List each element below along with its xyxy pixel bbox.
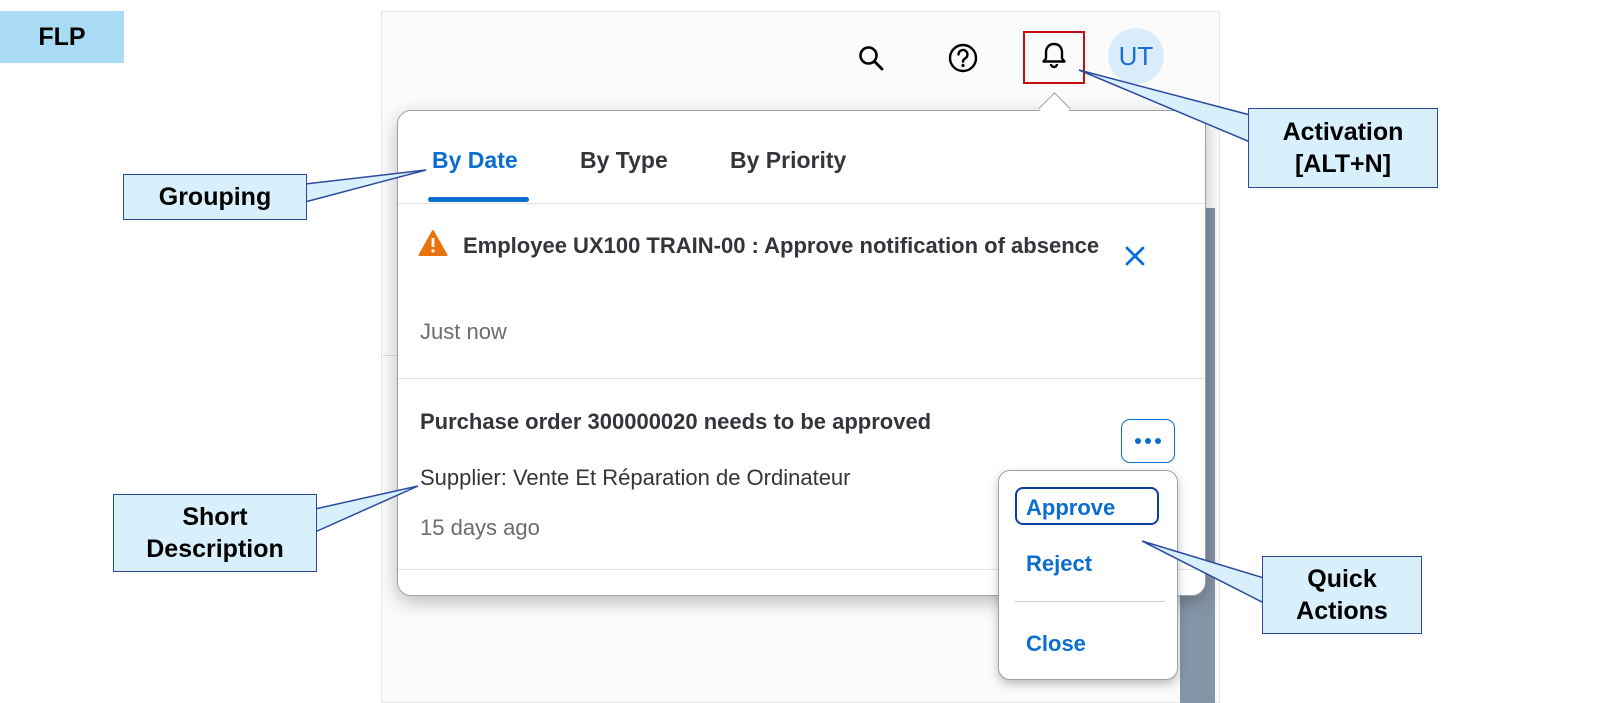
callout-line: [ALT+N] bbox=[1294, 150, 1392, 178]
overflow-icon bbox=[1133, 432, 1163, 450]
tab-by-type[interactable]: By Type bbox=[580, 147, 668, 174]
slide: FLP UT By Date By Type By Priority Emplo… bbox=[0, 0, 1600, 703]
reject-menu-item[interactable]: Reject bbox=[1026, 551, 1092, 577]
callout-line: Activation bbox=[1282, 118, 1404, 146]
callout-line: Description bbox=[146, 535, 284, 563]
short-description-callout: Short Description bbox=[113, 494, 317, 572]
close-icon[interactable] bbox=[1120, 241, 1150, 271]
grouping-tabs: By Date By Type By Priority bbox=[398, 111, 1205, 204]
tab-by-date[interactable]: By Date bbox=[432, 147, 518, 174]
quick-actions-menu: Approve Reject Close bbox=[998, 470, 1178, 680]
search-icon[interactable] bbox=[855, 42, 887, 74]
tab-by-priority[interactable]: By Priority bbox=[730, 147, 846, 174]
notification-time: 15 days ago bbox=[420, 515, 540, 540]
notification-item[interactable]: Employee UX100 TRAIN-00 : Approve notifi… bbox=[398, 203, 1205, 379]
quick-actions-callout: Quick Actions bbox=[1262, 556, 1422, 634]
menu-divider bbox=[1015, 601, 1165, 602]
approve-menu-item[interactable]: Approve bbox=[1026, 495, 1115, 521]
activation-callout: Activation [ALT+N] bbox=[1248, 108, 1438, 188]
notification-description: Supplier: Vente Et Réparation de Ordinat… bbox=[420, 465, 851, 490]
user-avatar[interactable]: UT bbox=[1108, 28, 1164, 84]
flp-badge: FLP bbox=[0, 11, 124, 63]
active-tab-indicator bbox=[428, 197, 529, 202]
warning-icon bbox=[418, 229, 448, 262]
close-menu-item[interactable]: Close bbox=[1026, 631, 1086, 657]
grouping-callout: Grouping bbox=[123, 174, 307, 220]
notification-time: Just now bbox=[420, 319, 507, 344]
more-actions-button[interactable] bbox=[1121, 419, 1175, 463]
divider bbox=[383, 355, 397, 356]
bell-icon bbox=[1039, 40, 1069, 75]
help-icon[interactable] bbox=[947, 42, 979, 74]
callout-line: Quick bbox=[1307, 565, 1377, 593]
callout-line: Actions bbox=[1296, 597, 1388, 625]
notification-title: Purchase order 300000020 needs to be app… bbox=[420, 409, 932, 434]
notification-title: Employee UX100 TRAIN-00 : Approve notifi… bbox=[463, 233, 1100, 258]
notifications-button[interactable] bbox=[1023, 31, 1085, 84]
callout-line: Short bbox=[182, 503, 248, 531]
